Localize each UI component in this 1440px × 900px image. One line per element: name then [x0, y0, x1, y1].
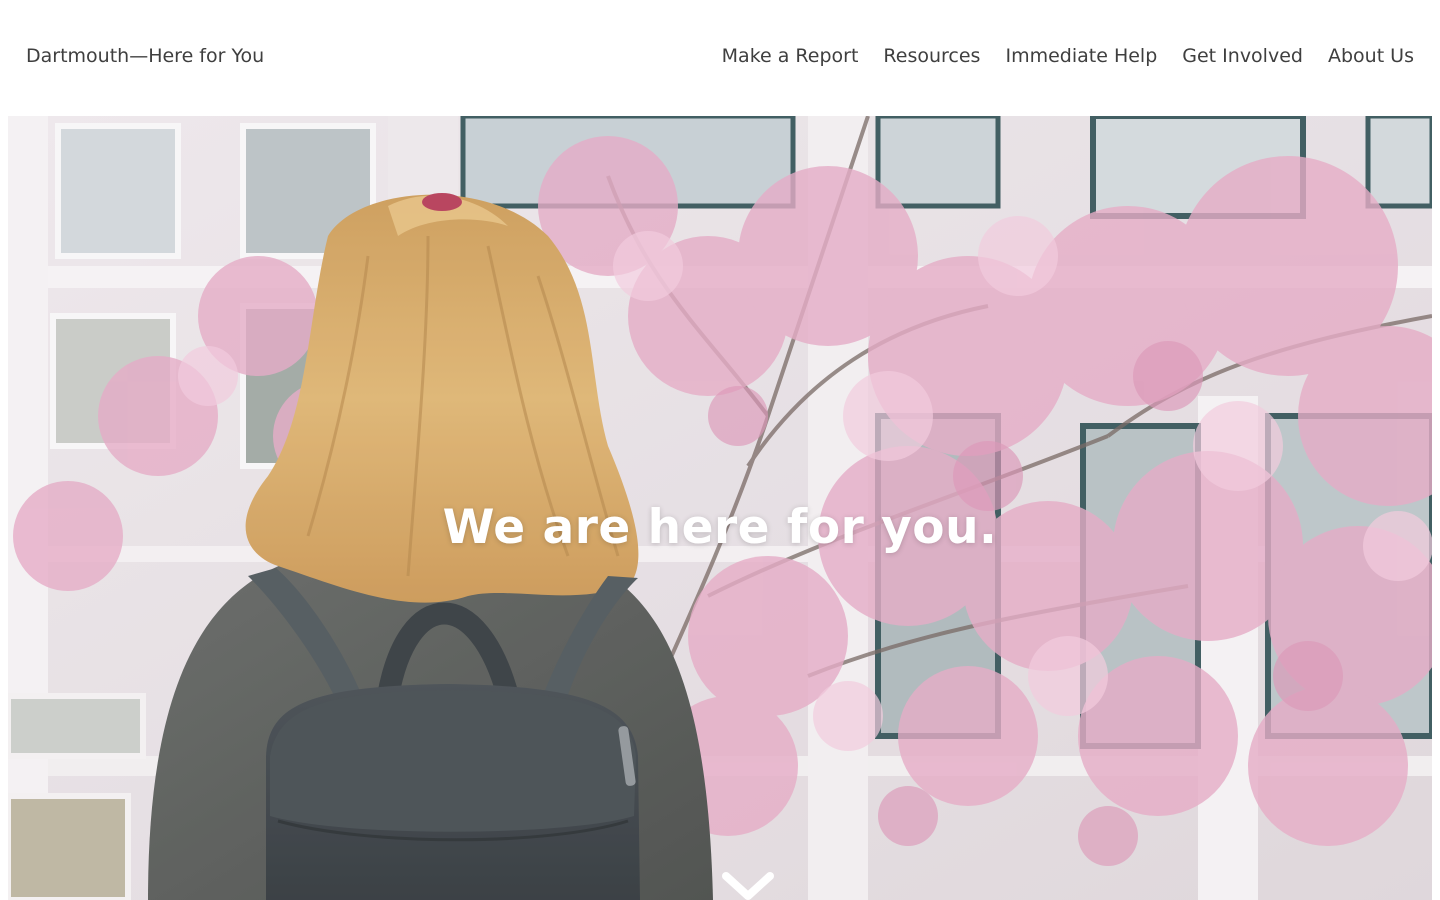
nav-link-immediate-help[interactable]: Immediate Help — [1005, 44, 1157, 68]
main-nav: Make a Report Resources Immediate Help G… — [722, 44, 1414, 68]
nav-link-about-us[interactable]: About Us — [1328, 44, 1414, 68]
nav-link-get-involved[interactable]: Get Involved — [1182, 44, 1303, 68]
hero-section: We are here for you. — [8, 116, 1432, 900]
nav-link-resources[interactable]: Resources — [883, 44, 980, 68]
hero-heading: We are here for you. — [442, 500, 998, 555]
nav-link-make-a-report[interactable]: Make a Report — [722, 44, 859, 68]
site-header: Dartmouth—Here for You Make a Report Res… — [0, 0, 1440, 116]
chevron-down-icon[interactable] — [720, 870, 776, 900]
site-title-link[interactable]: Dartmouth—Here for You — [26, 44, 264, 68]
